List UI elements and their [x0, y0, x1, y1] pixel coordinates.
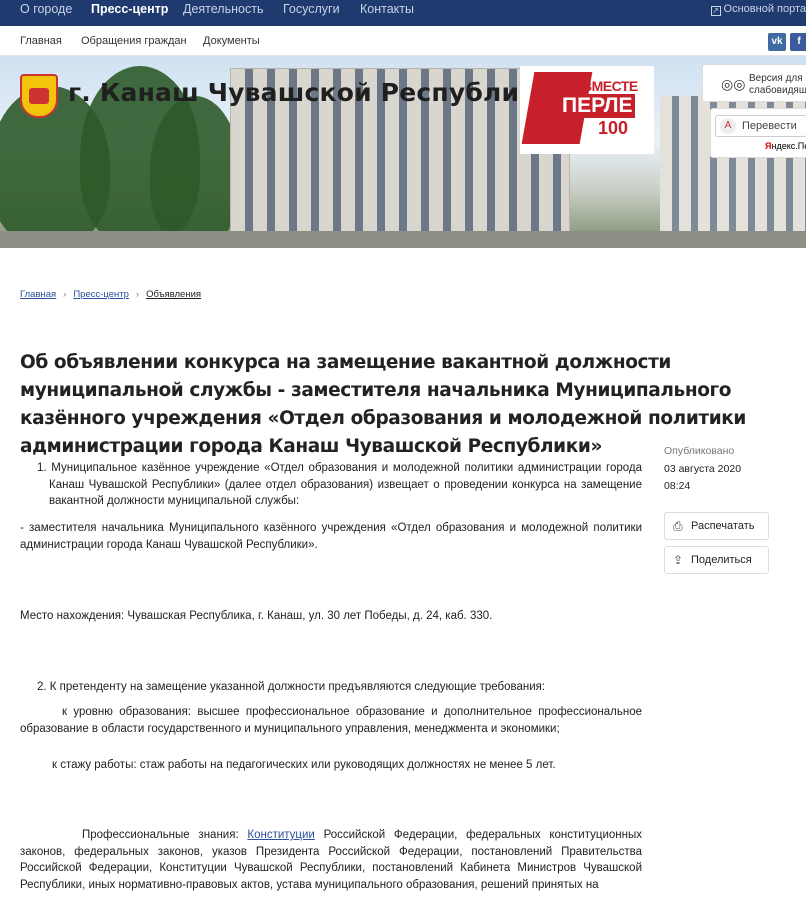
article-paragraph: Профессиональные знания: Конституции Рос…	[20, 829, 642, 891]
top-nav-services[interactable]: Госуслуги	[283, 0, 340, 26]
top-nav-press-center[interactable]: Пресс-центр	[91, 0, 168, 26]
accessibility-version-button[interactable]: ◎◎ Версия для слабовидящ	[702, 64, 806, 102]
coat-of-arms-icon[interactable]	[20, 74, 58, 118]
article-paragraph: к уровню образования: высшее профессиона…	[20, 706, 642, 735]
constitution-link[interactable]: Конституции	[247, 829, 314, 841]
print-button[interactable]: ⎙ Распечатать	[664, 512, 769, 540]
breadcrumb-press-center[interactable]: Пресс-центр	[73, 289, 129, 300]
translate-icon: A	[720, 118, 736, 134]
accessibility-label: Версия для слабовидящ	[749, 73, 806, 96]
published-label: Опубликовано	[664, 445, 735, 457]
top-navigation: О городе Пресс-центр Деятельность Госусл…	[0, 0, 806, 26]
article-paragraph: 2. К претенденту на замещение указанной …	[37, 681, 546, 693]
glasses-icon: ◎◎	[721, 76, 746, 92]
translate-button[interactable]: A Перевести	[715, 115, 806, 137]
promo-text: ВМЕСТЕ	[582, 78, 638, 94]
promo-banner[interactable]: ВМЕСТЕ ПЕРЛЕ 100	[520, 66, 654, 154]
main-portal-link[interactable]: ↗ Основной порта	[710, 0, 806, 18]
published-date: 03 августа 2020	[664, 463, 742, 475]
facebook-icon[interactable]: f	[790, 33, 806, 51]
yandex-translate-label: Яндекс.Пе	[765, 141, 806, 151]
breadcrumb-separator: ›	[135, 289, 140, 300]
article-paragraph: к стажу работы: стаж работы на педагогич…	[52, 759, 556, 771]
breadcrumb-separator: ›	[63, 289, 67, 300]
vk-icon[interactable]: vk	[768, 33, 786, 51]
breadcrumb-current[interactable]: Объявления	[146, 289, 201, 300]
printer-icon: ⎙	[673, 519, 683, 533]
sub-nav-home[interactable]: Главная	[20, 35, 62, 47]
share-icon: ⇪	[673, 553, 684, 567]
promo-text: ПЕРЛЕ	[560, 94, 635, 118]
breadcrumb-home[interactable]: Главная	[20, 289, 56, 300]
breadcrumb: Главная › Пресс-центр › Объявления	[20, 289, 201, 300]
top-nav-contacts[interactable]: Контакты	[360, 0, 414, 26]
translate-widget: A Перевести Яндекс.Пе	[710, 108, 806, 158]
ground-photo	[0, 231, 806, 248]
secondary-navigation: Главная Обращения граждан Документы vk f	[0, 26, 806, 56]
sub-nav-documents[interactable]: Документы	[203, 35, 260, 47]
article-paragraph: 1. Муниципальное казённое учреждение «От…	[37, 462, 642, 507]
published-time: 08:24	[664, 480, 691, 492]
external-link-icon: ↗	[710, 6, 721, 16]
sub-nav-appeals[interactable]: Обращения граждан	[81, 35, 187, 47]
top-nav-about[interactable]: О городе	[20, 0, 72, 26]
article-paragraph: Место нахождения: Чувашская Республика, …	[20, 610, 493, 622]
tree-decoration	[150, 96, 240, 246]
article-paragraph: - заместителя начальника Муниципального …	[20, 522, 642, 551]
share-button[interactable]: ⇪ Поделиться	[664, 546, 769, 574]
site-title[interactable]: г. Канаш Чувашской Республики	[68, 78, 554, 107]
top-nav-activity[interactable]: Деятельность	[183, 0, 263, 26]
promo-text: 100	[598, 118, 629, 138]
header-banner: г. Канаш Чувашской Республики ВМЕСТЕ ПЕР…	[0, 56, 806, 248]
